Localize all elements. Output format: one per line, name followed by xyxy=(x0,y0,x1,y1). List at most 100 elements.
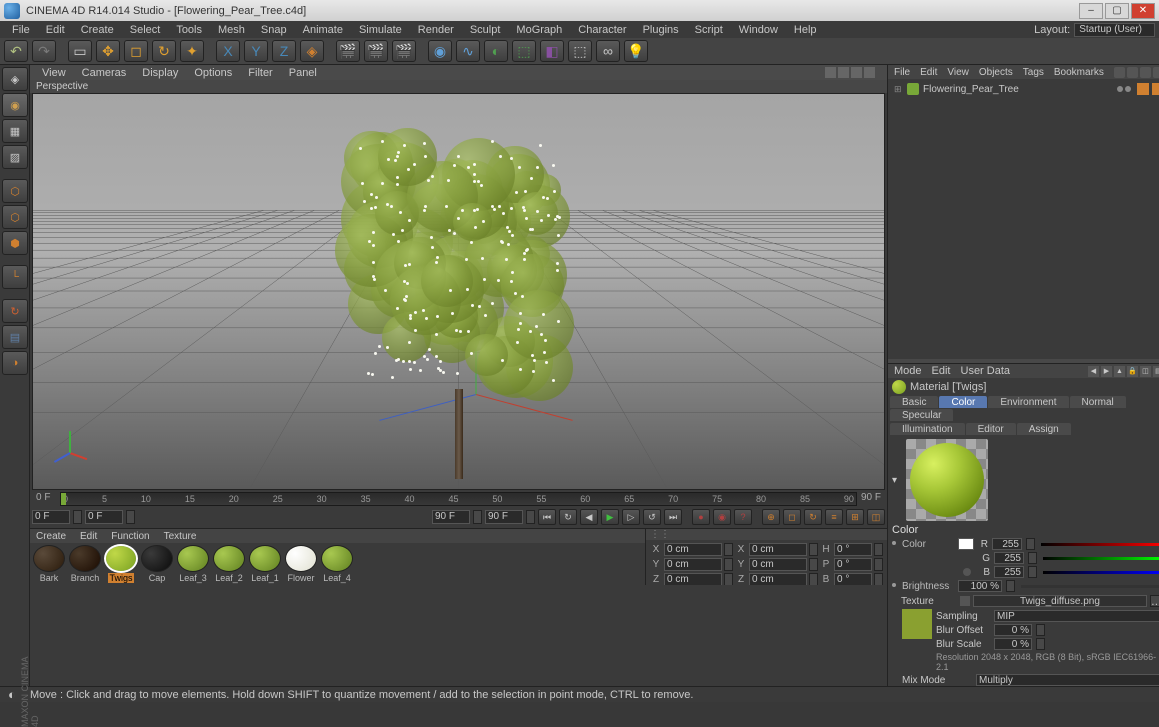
keyframe-button[interactable]: ? xyxy=(734,509,752,525)
obj-menu-objects[interactable]: Objects xyxy=(979,67,1013,78)
spinner[interactable] xyxy=(1026,538,1035,550)
panel-resize[interactable] xyxy=(888,359,1159,363)
expand-icon[interactable]: ⊞ xyxy=(894,84,903,95)
blur-scale-input[interactable]: 0 % xyxy=(994,638,1032,650)
menu-select[interactable]: Select xyxy=(122,23,169,37)
texture-swatch[interactable] xyxy=(902,609,932,639)
spinner[interactable] xyxy=(526,510,535,524)
view-icon[interactable] xyxy=(1140,67,1151,78)
vp-nav-icon[interactable] xyxy=(838,67,849,78)
step-back-button[interactable]: ◀ xyxy=(580,509,598,525)
render-dot[interactable] xyxy=(1125,86,1131,92)
tag-icon[interactable] xyxy=(1137,83,1149,95)
up-icon[interactable]: ▲ xyxy=(1114,366,1125,377)
render-view-button[interactable]: 🎬 xyxy=(336,40,360,62)
collapse-icon[interactable]: ▾ xyxy=(892,475,902,486)
object-tree[interactable]: ⊞ Flowering_Pear_Tree xyxy=(888,79,1159,359)
frame-out[interactable]: 90 F xyxy=(485,510,523,524)
goto-start-button[interactable]: ⏮ xyxy=(538,509,556,525)
sampling-select[interactable]: MIP xyxy=(994,610,1159,622)
lock-button[interactable]: ◑ xyxy=(2,351,28,375)
key-rot-button[interactable]: ↻ xyxy=(804,509,822,525)
spinner[interactable] xyxy=(874,558,883,571)
tab-basic[interactable]: Basic xyxy=(890,396,938,408)
move-button[interactable]: ✥ xyxy=(96,40,120,62)
menu-animate[interactable]: Animate xyxy=(295,23,351,37)
tab-environment[interactable]: Environment xyxy=(988,396,1068,408)
menu-sculpt[interactable]: Sculpt xyxy=(462,23,509,37)
material-ball-icon[interactable] xyxy=(177,545,209,572)
tab-normal[interactable]: Normal xyxy=(1070,396,1126,408)
material-ball-icon[interactable] xyxy=(213,545,245,572)
key-pla-button[interactable]: ⊞ xyxy=(846,509,864,525)
material-cap[interactable]: Cap xyxy=(140,545,174,583)
mat-menu-create[interactable]: Create xyxy=(36,531,66,542)
tab-editor[interactable]: Editor xyxy=(966,423,1016,435)
play-button[interactable]: ▶ xyxy=(601,509,619,525)
key-scale-button[interactable]: ◻ xyxy=(783,509,801,525)
loop-button[interactable]: ↻ xyxy=(559,509,577,525)
menu-icon[interactable]: ▤ xyxy=(1153,366,1159,377)
pos-z[interactable]: 0 cm xyxy=(664,573,722,586)
material-leaf_3[interactable]: Leaf_3 xyxy=(176,545,210,583)
menu-script[interactable]: Script xyxy=(687,23,731,37)
color-r[interactable]: 255 xyxy=(992,538,1022,550)
scale-button[interactable]: ◻ xyxy=(124,40,148,62)
material-branch[interactable]: Branch xyxy=(68,545,102,583)
add-array-button[interactable]: ⬚ xyxy=(512,40,536,62)
attr-menu-edit[interactable]: Edit xyxy=(932,365,951,377)
spinner[interactable] xyxy=(809,573,818,586)
color-swatch[interactable] xyxy=(958,538,974,550)
spinner[interactable] xyxy=(1036,638,1045,650)
obj-menu-file[interactable]: File xyxy=(894,67,910,78)
make-editable-button[interactable]: ◈ xyxy=(2,67,28,91)
x-axis-button[interactable]: X xyxy=(216,40,240,62)
spinner[interactable] xyxy=(724,543,733,556)
model-mode-button[interactable]: ◉ xyxy=(2,93,28,117)
color-b[interactable]: 255 xyxy=(994,566,1024,578)
add-deformer-button[interactable]: ◧ xyxy=(540,40,564,62)
spinner[interactable] xyxy=(809,543,818,556)
tab-assign[interactable]: Assign xyxy=(1017,423,1071,435)
material-bark[interactable]: Bark xyxy=(32,545,66,583)
spinner[interactable] xyxy=(1028,566,1037,578)
menu-mesh[interactable]: Mesh xyxy=(210,23,253,37)
slider-b[interactable] xyxy=(1043,569,1159,575)
workplane-button[interactable]: ▨ xyxy=(2,145,28,169)
prev-icon[interactable]: ◀ xyxy=(1088,366,1099,377)
object-name[interactable]: Flowering_Pear_Tree xyxy=(923,84,1019,95)
add-light-button[interactable]: 💡 xyxy=(624,40,648,62)
step-fwd-button[interactable]: ▷ xyxy=(622,509,640,525)
search-icon[interactable] xyxy=(1114,67,1125,78)
rot-b[interactable]: 0 ° xyxy=(834,573,872,586)
object-row[interactable]: ⊞ Flowering_Pear_Tree xyxy=(890,81,1159,97)
material-flower[interactable]: Flower xyxy=(284,545,318,583)
texture-dropdown-icon[interactable] xyxy=(960,596,970,606)
obj-menu-tags[interactable]: Tags xyxy=(1023,67,1044,78)
rot-p[interactable]: 0 ° xyxy=(834,558,872,571)
obj-menu-bookmarks[interactable]: Bookmarks xyxy=(1054,67,1104,78)
color-g[interactable]: 255 xyxy=(994,552,1024,564)
tab-color[interactable]: Color xyxy=(939,396,987,408)
key-pos-button[interactable]: ⊕ xyxy=(762,509,780,525)
material-ball-icon[interactable] xyxy=(105,545,137,572)
blur-offset-input[interactable]: 0 % xyxy=(994,624,1032,636)
spinner[interactable] xyxy=(809,558,818,571)
size-z[interactable]: 0 cm xyxy=(749,573,807,586)
filter-icon[interactable] xyxy=(1127,67,1138,78)
texture-mode-button[interactable]: ▦ xyxy=(2,119,28,143)
vp-menu-panel[interactable]: Panel xyxy=(289,67,317,79)
size-y[interactable]: 0 cm xyxy=(749,558,807,571)
vp-menu-options[interactable]: Options xyxy=(194,67,232,79)
attr-menu-mode[interactable]: Mode xyxy=(894,365,922,377)
redo-button[interactable]: ↷ xyxy=(32,40,56,62)
spinner[interactable] xyxy=(724,558,733,571)
key-misc-button[interactable]: ◫ xyxy=(867,509,885,525)
material-ball-icon[interactable] xyxy=(249,545,281,572)
texture-browse-button[interactable]: … xyxy=(1150,595,1159,607)
y-axis-button[interactable]: Y xyxy=(244,40,268,62)
material-ball-icon[interactable] xyxy=(141,545,173,572)
tab-specular[interactable]: Specular xyxy=(890,409,953,421)
obj-menu-view[interactable]: View xyxy=(947,67,969,78)
material-leaf_4[interactable]: Leaf_4 xyxy=(320,545,354,583)
